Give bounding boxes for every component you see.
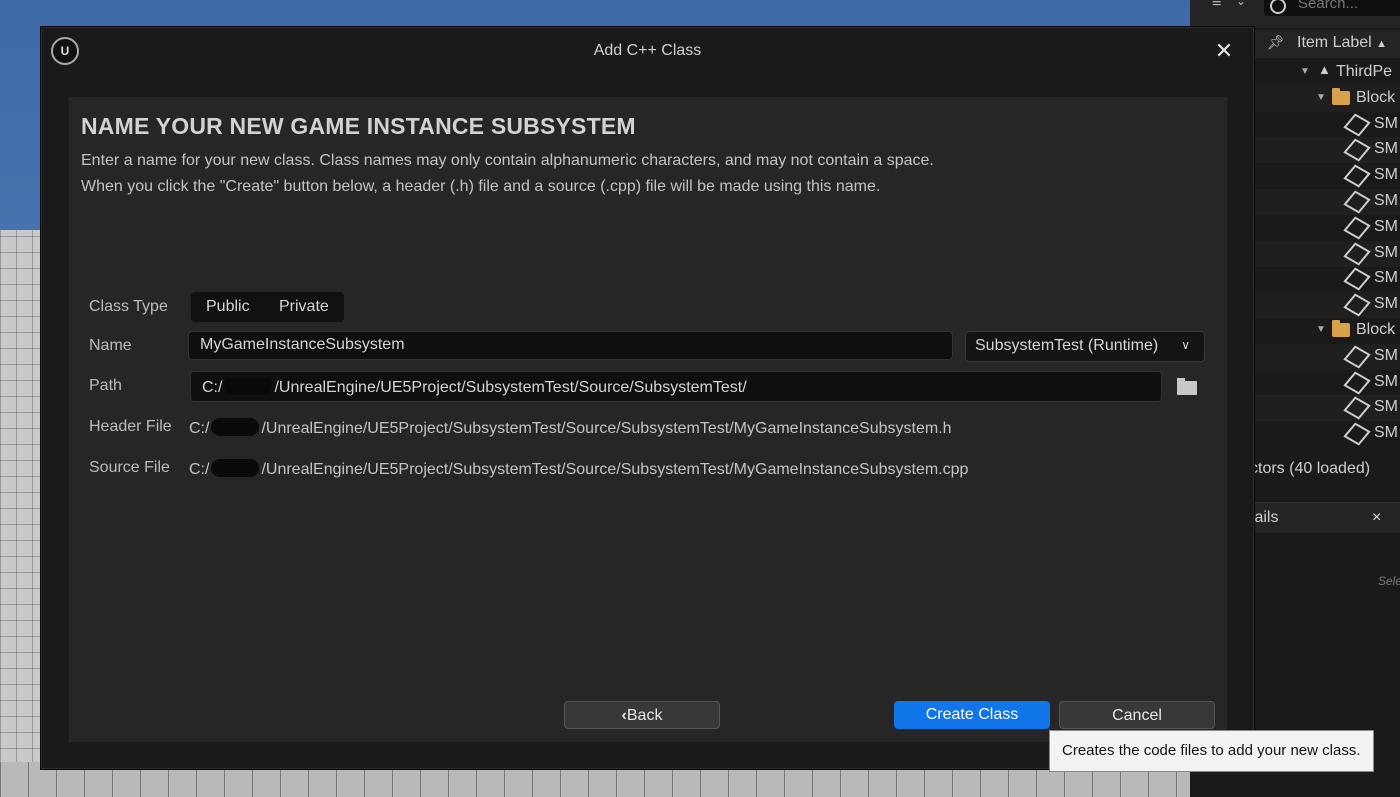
search-placeholder: Search... [1298,0,1359,12]
outliner-row-label: SM [1374,398,1398,416]
close-icon[interactable]: × [1372,509,1381,527]
outliner-row[interactable]: SM [1250,112,1400,138]
static-mesh-icon [1343,113,1371,137]
back-button[interactable]: ‹Back [564,701,720,729]
actor-count-status: ctors (40 loaded) [1250,460,1371,477]
static-mesh-icon [1343,371,1371,395]
description-line-1: Enter a name for your new class. Class n… [81,152,934,169]
outliner-row-label: SM [1374,114,1398,132]
static-mesh-icon [1343,164,1371,188]
outliner-row[interactable]: SM [1250,215,1400,241]
sort-ascending-icon: ▲ [1376,38,1388,50]
static-mesh-icon [1343,242,1371,266]
chevron-down-icon: ∨ [1181,338,1190,352]
pin-icon[interactable]: 📌︎ [1267,34,1285,51]
outliner-row-label: Block [1356,321,1396,338]
outliner-row[interactable]: SM [1250,343,1400,370]
path-input[interactable]: C://UnrealEngine/UE5Project/SubsystemTes… [190,371,1162,402]
expand-arrow-icon[interactable]: ▼ [1316,324,1326,335]
path-label: Path [89,377,122,394]
class-type-private-option[interactable]: Private [279,298,329,316]
outliner-row-label: SM [1374,295,1398,313]
outliner-row[interactable]: ▼ Block [1250,318,1400,344]
outliner-row[interactable]: SM [1250,240,1400,267]
outliner-row[interactable]: SM [1250,266,1400,292]
class-type-toggle: Public Private [191,292,344,322]
world-icon: ▲ [1318,62,1331,77]
outliner-row-label: ThirdPe [1336,63,1393,80]
folder-icon [1332,87,1350,105]
class-type-label: Class Type [89,298,168,315]
outliner-row[interactable]: SM [1250,421,1400,447]
outliner-row[interactable]: SM [1250,292,1400,319]
outliner-row-label: Block [1356,88,1396,106]
name-label: Name [89,337,132,354]
outliner-row-label: SM [1374,217,1398,235]
outliner-row-label: SM [1374,346,1398,364]
details-tab[interactable]: tails × [1250,502,1400,533]
source-file-label: Source File [89,459,170,476]
chevron-down-icon[interactable]: ⌄ [1236,0,1246,8]
static-mesh-icon [1343,190,1371,214]
static-mesh-icon [1343,267,1371,291]
redacted-username [224,377,273,395]
outliner-row[interactable]: SM [1250,189,1400,215]
page-heading: NAME YOUR NEW GAME INSTANCE SUBSYSTEM [81,113,636,139]
create-class-tooltip: Creates the code files to add your new c… [1049,730,1374,772]
redacted-username [211,418,260,436]
expand-arrow-icon[interactable]: ▼ [1316,92,1326,103]
search-icon [1270,0,1286,14]
outliner-row[interactable]: SM [1250,370,1400,396]
static-mesh-icon [1343,396,1371,420]
column-item-label[interactable]: Item Label ▲ [1297,34,1387,52]
outliner-row-label: SM [1374,372,1398,390]
static-mesh-icon [1343,422,1371,446]
outliner-column-header[interactable]: 📌︎ Item Label ▲ [1250,30,1400,58]
module-dropdown-value: SubsystemTest (Runtime) [975,337,1159,354]
outliner-row-label: SM [1374,166,1398,184]
filter-icon[interactable]: ≡ [1212,0,1221,12]
outliner-row[interactable]: SM [1250,137,1400,164]
static-mesh-icon [1343,216,1371,240]
outliner-toolbar: ≡ ⌄ Search... [1190,0,1400,28]
create-class-button[interactable]: Create Class [894,701,1050,729]
outliner-search-input[interactable]: Search... [1264,0,1400,16]
class-name-input[interactable]: MyGameInstanceSubsystem [188,331,953,360]
redacted-username [211,459,260,477]
outliner-row[interactable]: ▼ ▲ ThirdPe [1250,60,1400,86]
static-mesh-icon [1343,345,1371,369]
class-type-public-option[interactable]: Public [206,298,250,316]
browse-folder-icon[interactable] [1177,378,1197,395]
dialog-titlebar[interactable]: U Add C++ Class ✕ [41,27,1254,81]
dialog-title: Add C++ Class [593,42,702,59]
static-mesh-icon [1343,293,1371,317]
outliner-row[interactable]: ▼ Block [1250,85,1400,112]
outliner-row-label: SM [1374,192,1398,209]
details-empty-hint: Sele [1378,574,1400,588]
outliner-row-label: SM [1374,243,1398,261]
dialog-content: NAME YOUR NEW GAME INSTANCE SUBSYSTEM En… [69,97,1227,742]
static-mesh-icon [1343,138,1371,162]
module-dropdown[interactable]: SubsystemTest (Runtime) ∨ [965,331,1205,362]
folder-icon [1332,320,1350,337]
outliner-row[interactable]: SM [1250,395,1400,422]
add-cpp-class-dialog: U Add C++ Class ✕ NAME YOUR NEW GAME INS… [40,26,1255,770]
outliner-row-label: SM [1374,140,1398,158]
cancel-button[interactable]: Cancel [1059,701,1215,729]
header-file-path: C://UnrealEngine/UE5Project/SubsystemTes… [189,418,952,437]
source-file-path: C://UnrealEngine/UE5Project/SubsystemTes… [189,459,969,478]
header-file-label: Header File [89,418,172,435]
expand-arrow-icon[interactable]: ▼ [1300,66,1310,77]
outliner-row-label: SM [1374,424,1398,442]
description-line-2: When you click the "Create" button below… [81,178,881,195]
close-button[interactable]: ✕ [1213,40,1235,63]
outliner-row-label: SM [1374,269,1398,287]
outliner-row[interactable]: SM [1250,163,1400,189]
